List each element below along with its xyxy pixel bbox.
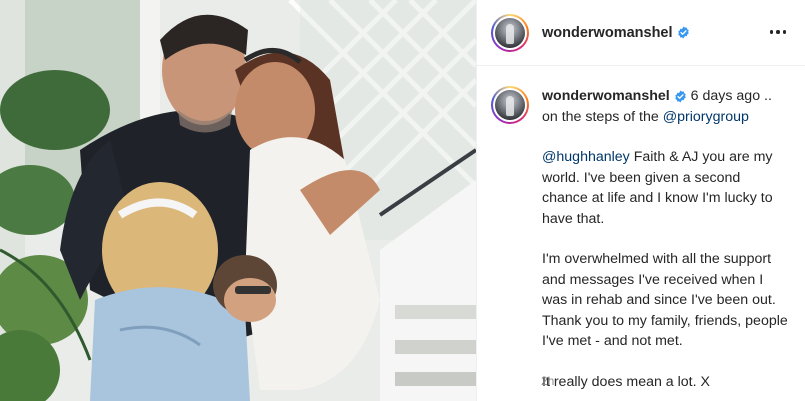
post-timestamp[interactable]: 2h	[541, 374, 554, 388]
caption-section: wonderwomanshel 6 days ago .. on the ste…	[477, 66, 805, 392]
avatar-image	[495, 17, 525, 48]
post-side-panel: wonderwomanshel wonderwomanshel 6 days a…	[476, 0, 805, 401]
caption-paragraph-3: I'm overwhelmed with all the support and…	[542, 251, 788, 349]
caption-paragraph-2: @hughhanley Faith & AJ you are my world.…	[542, 147, 789, 229]
verified-badge-icon	[674, 90, 686, 103]
caption-avatar[interactable]	[491, 86, 529, 124]
avatar-image	[495, 90, 525, 120]
header-username[interactable]: wonderwomanshel	[542, 25, 690, 41]
caption-text: wonderwomanshel 6 days ago .. on the ste…	[542, 86, 789, 392]
more-options-icon[interactable]	[767, 22, 789, 42]
family-hug-photo	[0, 0, 476, 401]
caption-username[interactable]: wonderwomanshel	[542, 88, 670, 104]
mention-hughhanley-link[interactable]: @hughhanley	[542, 149, 630, 165]
verified-badge-icon	[677, 26, 689, 39]
profile-avatar[interactable]	[491, 13, 529, 52]
instagram-post: wonderwomanshel wonderwomanshel 6 days a…	[0, 0, 805, 401]
post-header: wonderwomanshel	[477, 0, 805, 66]
mention-priorygroup-link[interactable]: @priorygroup	[663, 109, 749, 125]
post-photo[interactable]	[0, 0, 476, 401]
caption-paragraph-1: wonderwomanshel 6 days ago .. on the ste…	[542, 86, 789, 127]
caption-paragraph-4: It really does mean a lot. X	[542, 373, 710, 390]
